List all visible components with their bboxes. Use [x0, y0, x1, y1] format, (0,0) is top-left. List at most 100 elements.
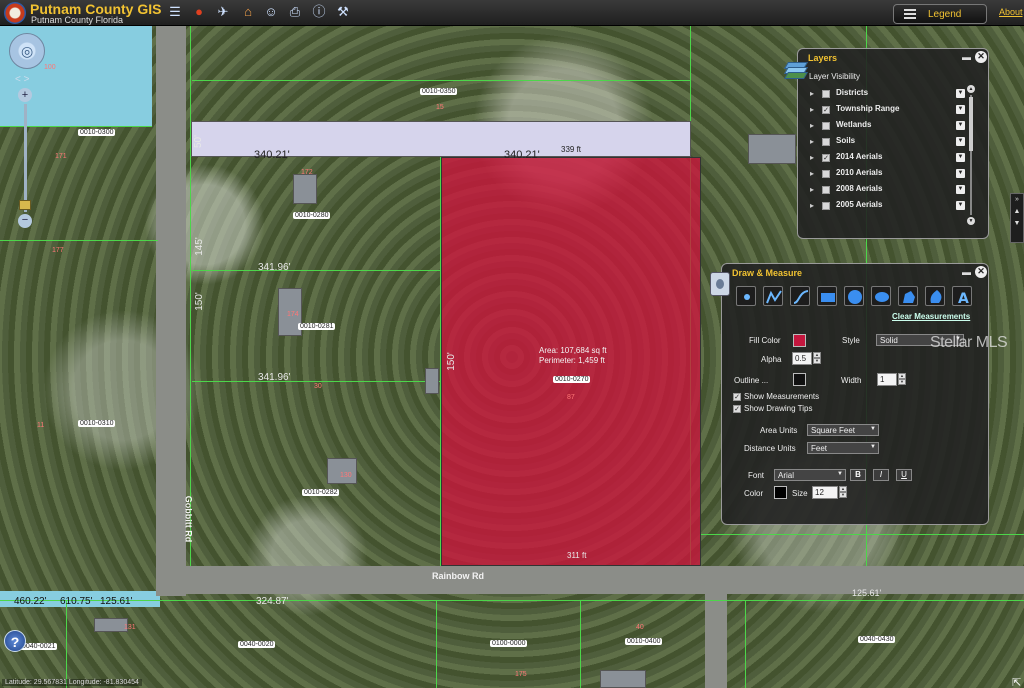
zoom-in-button[interactable]: + — [18, 88, 32, 102]
draw-rectangle-button[interactable] — [817, 286, 837, 306]
layer-visibility-label: Layer Visibility — [809, 72, 860, 81]
layer-checkbox[interactable] — [822, 186, 830, 194]
show-measurements-checkbox[interactable]: ✓ Show Measurements — [733, 392, 819, 401]
layer-row-wetlands[interactable]: ▸ Wetlands ▼ — [810, 119, 968, 133]
layer-dropdown-icon[interactable]: ▼ — [956, 201, 965, 210]
close-icon[interactable]: ✕ — [975, 51, 987, 63]
italic-button[interactable]: I — [873, 469, 889, 481]
layers-scrollbar[interactable]: ▲ ▼ — [967, 85, 975, 225]
stop-icon[interactable]: ● — [191, 4, 207, 20]
scroll-down-icon[interactable]: ▼ — [967, 217, 975, 225]
layer-checkbox[interactable] — [822, 202, 830, 210]
layer-name: Township Range — [836, 104, 900, 113]
resize-arrow-icon[interactable]: ⇱ — [1012, 676, 1021, 688]
expand-icon[interactable]: ▸ — [810, 153, 814, 162]
layer-dropdown-icon[interactable]: ▼ — [956, 89, 965, 98]
font-value: Arial — [778, 471, 795, 480]
layer-dropdown-icon[interactable]: ▼ — [956, 105, 965, 114]
draw-freehand-polygon-button[interactable] — [925, 286, 945, 306]
draw-freehand-line-button[interactable] — [790, 286, 810, 306]
close-icon[interactable]: ✕ — [975, 266, 987, 278]
alpha-input[interactable]: 0.5 — [792, 352, 812, 365]
area-units-select[interactable]: Square Feet ▼ — [807, 424, 879, 436]
rotate-arrows-icon[interactable]: < > — [15, 74, 29, 85]
layer-checkbox[interactable]: ✓ — [822, 106, 830, 114]
area-measurement-label: Area: 107,684 sq ft — [539, 346, 607, 355]
help-icon[interactable]: ? — [4, 630, 26, 652]
layer-dropdown-icon[interactable]: ▼ — [956, 137, 965, 146]
measure-icon[interactable]: ⚒ — [335, 4, 351, 20]
clear-measurements-link[interactable]: Clear Measurements — [892, 312, 970, 321]
outline-color-swatch[interactable] — [793, 373, 806, 386]
road-vertical-south — [705, 574, 727, 688]
property-line — [700, 534, 1024, 535]
expand-icon[interactable]: ▸ — [810, 201, 814, 210]
layer-checkbox[interactable] — [822, 90, 830, 98]
legend-button[interactable]: Legend — [893, 4, 987, 24]
underline-button[interactable]: U — [896, 469, 912, 481]
fill-color-swatch[interactable] — [793, 334, 806, 347]
show-drawing-tips-checkbox[interactable]: ✓ Show Drawing Tips — [733, 404, 812, 413]
expand-icon[interactable]: ▸ — [810, 169, 814, 178]
zoom-slider[interactable]: + − — [18, 88, 32, 228]
minimize-icon[interactable]: ▬ — [962, 52, 971, 62]
layer-row-districts[interactable]: ▸ Districts ▼ — [810, 87, 968, 101]
expand-icon[interactable]: ▸ — [810, 137, 814, 146]
layer-row-2014-aerials[interactable]: ▸ ✓ 2014 Aerials ▼ — [810, 151, 968, 165]
width-stepper[interactable]: ▲ ▼ — [898, 373, 906, 386]
alpha-stepper[interactable]: ▲ ▼ — [813, 352, 821, 365]
pan-control[interactable] — [9, 33, 45, 69]
property-line — [436, 601, 437, 688]
home-icon[interactable]: ⌂ — [240, 4, 256, 20]
layer-dropdown-icon[interactable]: ▼ — [956, 121, 965, 130]
zoom-track[interactable] — [24, 104, 27, 212]
side-scroll-strip[interactable]: » ▲ ▼ — [1010, 193, 1024, 243]
draw-polyline-button[interactable] — [763, 286, 783, 306]
draw-ellipse-button[interactable] — [871, 286, 891, 306]
distance-units-select[interactable]: Feet ▼ — [807, 442, 879, 454]
zoom-out-button[interactable]: − — [18, 214, 32, 228]
about-link[interactable]: About — [999, 7, 1023, 17]
layer-checkbox[interactable] — [822, 138, 830, 146]
size-input[interactable]: 12 — [812, 486, 838, 499]
expand-icon[interactable]: ▸ — [810, 105, 814, 114]
size-stepper[interactable]: ▲ ▼ — [839, 486, 847, 499]
draw-point-button[interactable] — [736, 286, 756, 306]
info-icon[interactable]: ⓘ — [311, 4, 327, 20]
draw-text-button[interactable]: A — [952, 286, 972, 306]
layer-row-2008-aerials[interactable]: ▸ 2008 Aerials ▼ — [810, 183, 968, 197]
parcel-number: 40 — [636, 624, 644, 631]
search-person-icon[interactable]: ☺ — [263, 4, 279, 20]
layer-checkbox[interactable] — [822, 122, 830, 130]
width-input[interactable]: 1 — [877, 373, 897, 386]
layer-row-2005-aerials[interactable]: ▸ 2005 Aerials ▼ — [810, 199, 968, 213]
layer-row-2010-aerials[interactable]: ▸ 2010 Aerials ▼ — [810, 167, 968, 181]
scroll-thumb[interactable] — [969, 97, 973, 151]
property-line — [190, 26, 191, 566]
font-select[interactable]: Arial ▼ — [774, 469, 846, 481]
zoom-thumb[interactable] — [19, 200, 31, 210]
layer-dropdown-icon[interactable]: ▼ — [956, 185, 965, 194]
dimension-label: 610.75' — [60, 596, 93, 607]
layer-dropdown-icon[interactable]: ▼ — [956, 153, 965, 162]
scroll-up-icon[interactable]: ▲ — [967, 85, 975, 93]
app-subtitle: Putnam County Florida — [31, 15, 124, 25]
car-icon[interactable]: ✈ — [215, 4, 231, 20]
dimension-label: 339 ft — [561, 145, 582, 154]
list-icon[interactable]: ☰ — [167, 4, 183, 20]
layer-checkbox[interactable] — [822, 170, 830, 178]
expand-icon[interactable]: ▸ — [810, 185, 814, 194]
draw-polygon-button[interactable] — [898, 286, 918, 306]
print-icon[interactable]: ⎙ — [287, 4, 303, 20]
text-color-swatch[interactable] — [774, 486, 787, 499]
layer-checkbox[interactable]: ✓ — [822, 154, 830, 162]
layer-dropdown-icon[interactable]: ▼ — [956, 169, 965, 178]
expand-icon[interactable]: ▸ — [810, 121, 814, 130]
minimize-icon[interactable]: ▬ — [962, 267, 971, 277]
county-seal-logo — [4, 2, 26, 24]
expand-icon[interactable]: ▸ — [810, 89, 814, 98]
layer-row-township-range[interactable]: ▸ ✓ Township Range ▼ — [810, 103, 968, 117]
draw-circle-button[interactable] — [844, 286, 864, 306]
layer-row-soils[interactable]: ▸ Soils ▼ — [810, 135, 968, 149]
bold-button[interactable]: B — [850, 469, 866, 481]
